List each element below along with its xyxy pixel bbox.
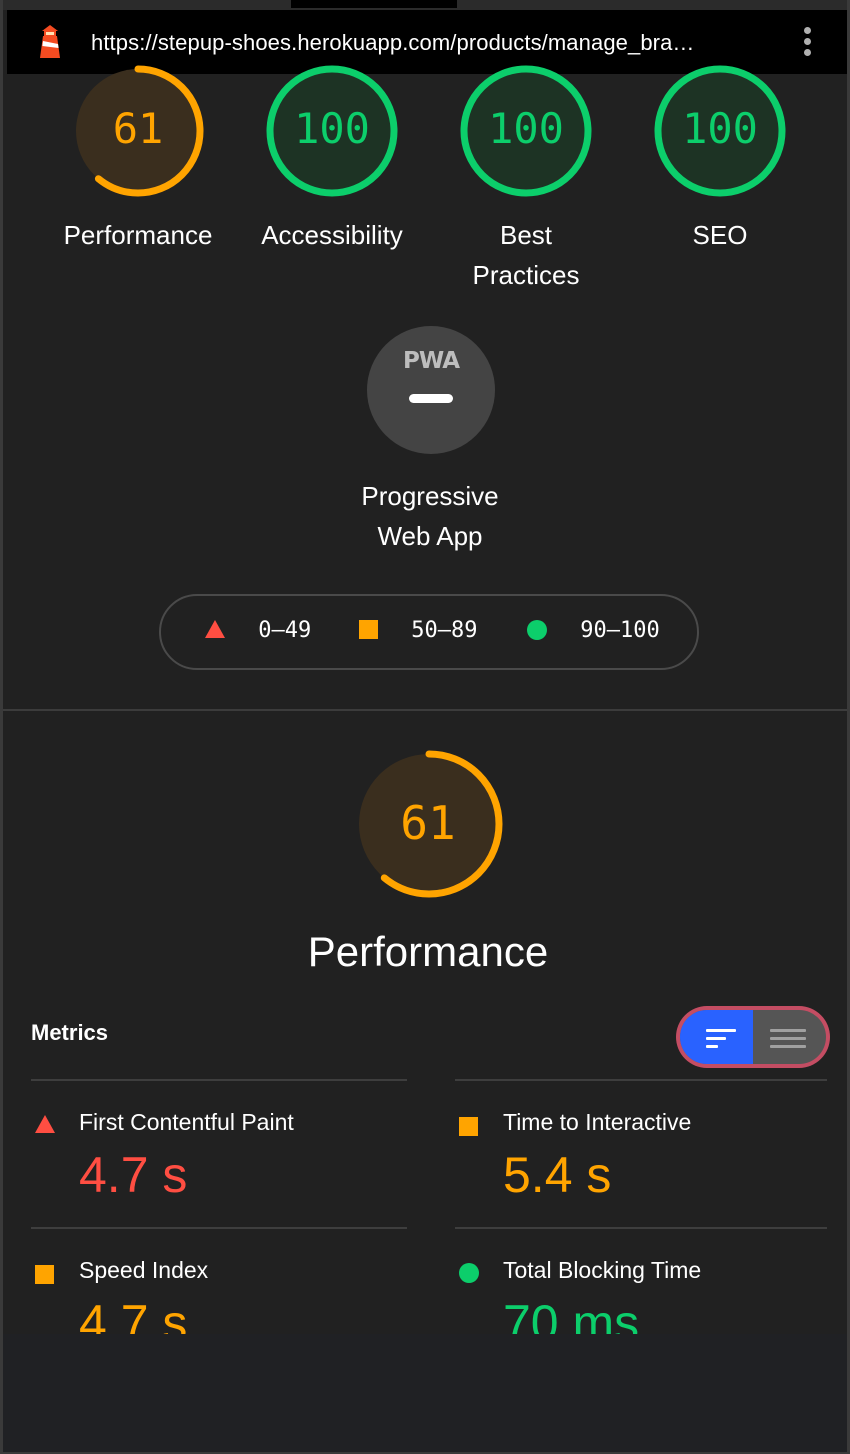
gauge-score: 100 xyxy=(488,104,564,153)
metric-name: First Contentful Paint xyxy=(79,1109,294,1135)
top-tab-indicator xyxy=(291,0,457,8)
metrics-view-toggle[interactable] xyxy=(676,1006,830,1068)
gauge-best-practices[interactable]: 100 Best Practices xyxy=(431,60,621,310)
score-scale-legend: 0–49 50–89 90–100 xyxy=(159,594,699,670)
pass-circle-icon xyxy=(459,1263,479,1283)
lighthouse-report-frame: https://stepup-shoes.herokuapp.com/produ… xyxy=(0,0,850,1454)
pwa-label-line1: Progressive xyxy=(361,481,499,511)
pwa-label-line2: Web App xyxy=(377,521,483,551)
gauge-label: Performance xyxy=(63,220,213,250)
gauge-score: 100 xyxy=(682,104,758,153)
gauge-score: 100 xyxy=(294,104,370,153)
legend-range: 90–100 xyxy=(580,618,660,643)
pwa-badge[interactable]: PWA xyxy=(367,326,495,454)
gauge-seo[interactable]: 100 SEO xyxy=(625,60,815,310)
average-square-icon xyxy=(35,1265,54,1284)
metric-value: 4.7 s xyxy=(79,1147,188,1203)
section-divider xyxy=(3,709,847,711)
metric-name: Total Blocking Time xyxy=(503,1257,702,1283)
metric-name: Time to Interactive xyxy=(503,1109,692,1135)
report-url: https://stepup-shoes.herokuapp.com/produ… xyxy=(91,30,695,55)
expanded-view-icon[interactable] xyxy=(753,1010,826,1064)
circle-icon xyxy=(527,620,547,640)
gauge-score: 61 xyxy=(400,796,456,850)
lighthouse-logo-icon xyxy=(40,25,60,58)
metric-time-to-interactive: Time to Interactive 5.4 s xyxy=(455,1079,827,1229)
gauge-performance[interactable]: 61 Performance xyxy=(43,60,233,310)
metrics-heading: Metrics xyxy=(31,1020,109,1045)
triangle-icon xyxy=(205,620,225,638)
metric-value: 5.4 s xyxy=(503,1147,612,1203)
gauge-score: 61 xyxy=(112,104,164,153)
gauge-label-line1: Best xyxy=(499,220,553,250)
fail-triangle-icon xyxy=(35,1115,55,1133)
gauge-label: SEO xyxy=(692,220,748,250)
gauge-accessibility[interactable]: 100 Accessibility xyxy=(237,60,427,310)
gauge-label: Accessibility xyxy=(261,220,403,250)
performance-big-gauge: 61 xyxy=(333,746,523,906)
pwa-dash-icon xyxy=(409,394,453,403)
more-options-icon[interactable] xyxy=(795,24,819,60)
legend-item-fail: 0–49 xyxy=(205,618,311,643)
legend-range: 50–89 xyxy=(411,618,478,643)
viewport-bottom-area xyxy=(3,1334,847,1452)
legend-item-pass: 90–100 xyxy=(527,618,660,643)
square-icon xyxy=(359,620,378,639)
pwa-badge-text: PWA xyxy=(403,348,460,374)
pwa-label: Progressive Web App xyxy=(303,476,557,556)
compact-view-icon[interactable] xyxy=(680,1010,753,1064)
average-square-icon xyxy=(459,1117,478,1136)
toggle-track xyxy=(680,1010,826,1064)
legend-range: 0–49 xyxy=(258,618,312,643)
metric-name: Speed Index xyxy=(79,1257,209,1283)
gauge-label-line2: Practices xyxy=(472,260,580,290)
performance-title: Performance xyxy=(307,928,549,975)
legend-item-average: 50–89 xyxy=(359,618,477,643)
metric-first-contentful-paint: First Contentful Paint 4.7 s xyxy=(31,1079,407,1229)
